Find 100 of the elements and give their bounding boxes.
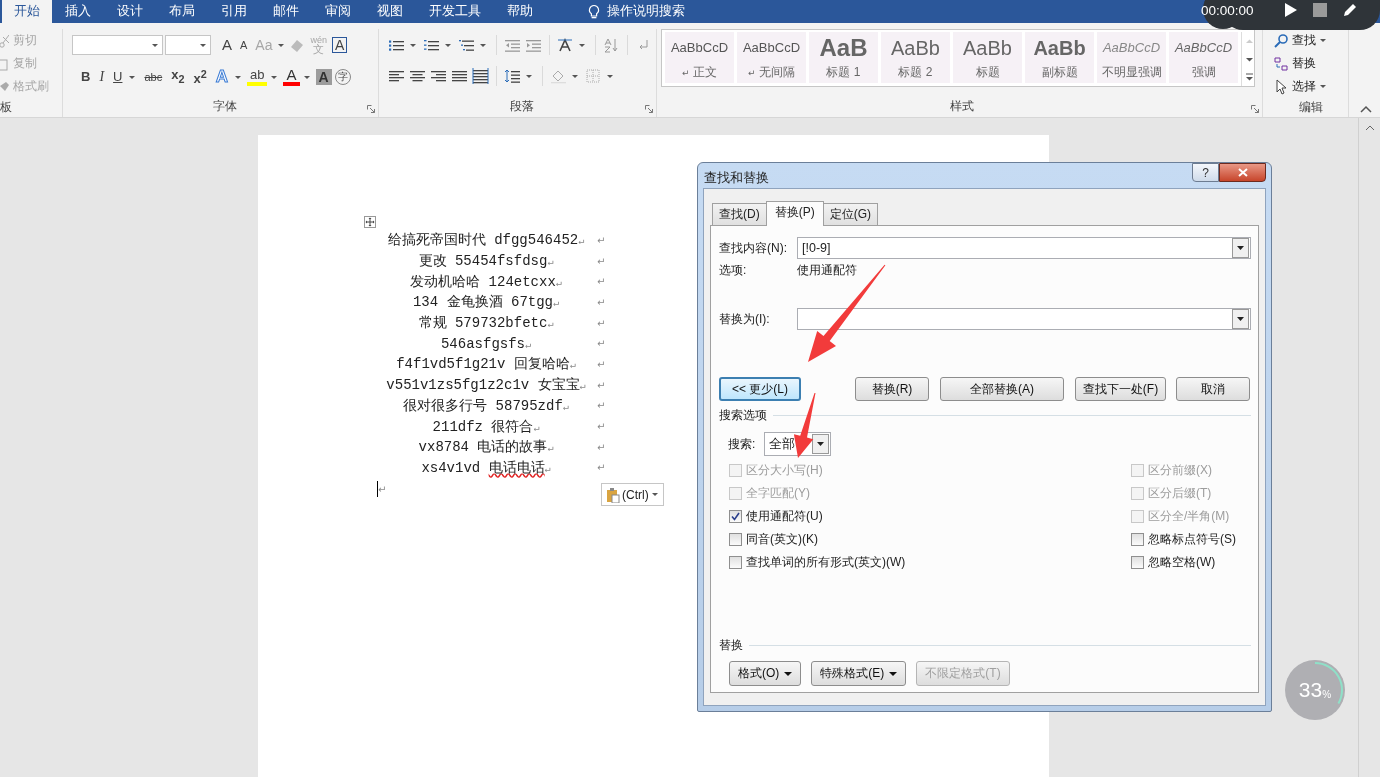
replace-with-field[interactable]	[797, 308, 1251, 330]
scroll-up-icon[interactable]	[1364, 124, 1375, 132]
editing-command[interactable]: 替换	[1292, 55, 1316, 72]
align-center-icon[interactable]	[409, 68, 426, 84]
increase-indent-icon[interactable]	[525, 37, 542, 53]
asian-layout-icon[interactable]	[557, 37, 574, 53]
tell-me-search[interactable]: 操作说明搜索	[607, 0, 685, 23]
style-gallery-item[interactable]: AaBbCcD ↵ 无间隔	[737, 32, 806, 83]
ribbon-tab[interactable]: 帮助	[494, 0, 546, 23]
caret-icon[interactable]	[271, 75, 278, 79]
character-shading-button[interactable]: A	[315, 69, 332, 85]
document-line: 134 金龟换酒 67tgg↵	[411, 293, 560, 312]
dialog-button[interactable]: 全部替换(A)	[940, 377, 1064, 401]
caret-icon[interactable]	[1320, 39, 1326, 42]
checkbox[interactable]	[1131, 533, 1144, 546]
style-gallery-item[interactable]: AaBb 标题	[953, 32, 1022, 83]
format-button[interactable]: 格式(O)	[729, 661, 802, 686]
font-name-field[interactable]	[72, 35, 163, 55]
distributed-align-icon[interactable]	[472, 68, 489, 84]
find-what-field[interactable]: [!0-9]	[797, 237, 1251, 259]
style-gallery-item[interactable]: AaB 标题 1	[809, 32, 878, 83]
ribbon-tab[interactable]: 开发工具	[416, 0, 494, 23]
highlight-button[interactable]: ab	[247, 68, 268, 86]
font-size-field[interactable]	[165, 35, 211, 55]
numbered-list-icon[interactable]	[423, 37, 440, 53]
caret-icon[interactable]	[579, 43, 585, 47]
checkbox[interactable]	[729, 556, 742, 569]
close-button[interactable]	[1219, 163, 1266, 182]
grow-font-button[interactable]: A	[219, 36, 235, 54]
caret-icon[interactable]	[480, 43, 486, 47]
shrink-font-button[interactable]: A	[237, 36, 251, 54]
dialog-launcher-icon[interactable]	[1251, 105, 1259, 113]
checkbox[interactable]	[729, 510, 742, 523]
checkbox-label: 区分全/半角(M)	[1148, 508, 1230, 525]
caret-icon[interactable]	[526, 74, 532, 78]
caret-icon[interactable]	[129, 75, 136, 79]
style-gallery-item[interactable]: AaBbCcD 不明显强调	[1097, 32, 1166, 83]
subscript-button[interactable]: x$_{2}$	[168, 66, 188, 88]
ribbon-tab[interactable]: 插入	[52, 0, 104, 23]
dialog-button[interactable]: 替换(R)	[855, 377, 929, 401]
editing-command[interactable]: 查找	[1292, 32, 1316, 49]
decrease-indent-icon[interactable]	[504, 37, 521, 53]
caret-icon[interactable]	[152, 43, 158, 47]
collapse-ribbon-icon[interactable]	[1360, 105, 1372, 113]
caret-icon[interactable]	[572, 74, 578, 78]
italic-button[interactable]: I	[96, 68, 108, 86]
font-color-button[interactable]: A	[283, 68, 300, 86]
row-end-mark: ↵	[597, 400, 607, 412]
style-gallery-item[interactable]: AaBbCcD 强调	[1169, 32, 1238, 83]
dialog-launcher-icon[interactable]	[645, 105, 653, 113]
underline-button[interactable]: U	[110, 68, 126, 86]
pencil-icon[interactable]	[1341, 2, 1358, 18]
justify-icon[interactable]	[451, 68, 468, 84]
format-button[interactable]: 特殊格式(E)	[811, 661, 907, 686]
caret-icon[interactable]	[235, 75, 241, 79]
ribbon-tab[interactable]: 引用	[208, 0, 260, 23]
bold-button[interactable]: B	[78, 68, 94, 86]
caret-icon[interactable]	[200, 43, 206, 47]
ribbon-tab[interactable]: 设计	[104, 0, 156, 23]
dialog-button[interactable]: 取消	[1176, 377, 1250, 401]
dialog-button[interactable]: << 更少(L)	[719, 377, 801, 401]
paste-options-button[interactable]: (Ctrl)	[601, 483, 664, 506]
ribbon-tab[interactable]: 邮件	[260, 0, 312, 23]
strikethrough-button[interactable]: abc	[141, 68, 166, 86]
document-line: 211dfz 很符合↵	[431, 417, 541, 436]
caret-icon[interactable]	[607, 74, 613, 78]
dialog-launcher-icon[interactable]	[367, 105, 375, 113]
dialog-tab[interactable]: 替换(P)	[765, 201, 824, 226]
caret-icon[interactable]	[651, 493, 658, 496]
character-border-button[interactable]: A	[332, 37, 348, 53]
ribbon-tab[interactable]: 开始	[2, 0, 52, 23]
replace-icon[interactable]	[1273, 55, 1289, 72]
multilevel-list-icon[interactable]	[458, 37, 475, 53]
ribbon-tab[interactable]: 布局	[156, 0, 208, 23]
style-gallery-item[interactable]: AaBb 标题 2	[881, 32, 950, 83]
checkbox[interactable]	[729, 533, 742, 546]
align-right-icon[interactable]	[430, 68, 447, 84]
dialog-button[interactable]: 查找下一处(F)	[1075, 377, 1166, 401]
cursor-arrow-icon[interactable]	[1273, 78, 1289, 95]
line-spacing-icon[interactable]	[504, 68, 521, 84]
help-button[interactable]: ?	[1192, 163, 1219, 182]
ribbon-tab[interactable]: 视图	[364, 0, 416, 23]
caret-icon[interactable]	[278, 43, 285, 47]
caret-icon[interactable]	[303, 75, 310, 79]
play-icon[interactable]	[1283, 2, 1298, 18]
caret-icon[interactable]	[1320, 85, 1326, 88]
align-left-icon[interactable]	[388, 68, 405, 84]
style-gallery-item[interactable]: AaBbCcD ↵ 正文	[665, 32, 734, 83]
search-icon[interactable]	[1273, 32, 1289, 49]
clipboard-icon	[606, 486, 620, 503]
ribbon-tab[interactable]: 审阅	[312, 0, 364, 23]
dialog-tab[interactable]: 定位(G)	[822, 203, 878, 225]
caret-icon[interactable]	[410, 43, 416, 47]
dialog-tab[interactable]: 查找(D)	[712, 203, 767, 225]
table-move-handle-icon[interactable]	[364, 216, 376, 228]
superscript-button[interactable]: x$^{2}$	[190, 65, 210, 89]
editing-command[interactable]: 选择	[1292, 78, 1316, 95]
checkbox[interactable]	[1131, 556, 1144, 569]
style-gallery-item[interactable]: AaBb 副标题	[1025, 32, 1094, 83]
caret-icon[interactable]	[445, 43, 451, 47]
